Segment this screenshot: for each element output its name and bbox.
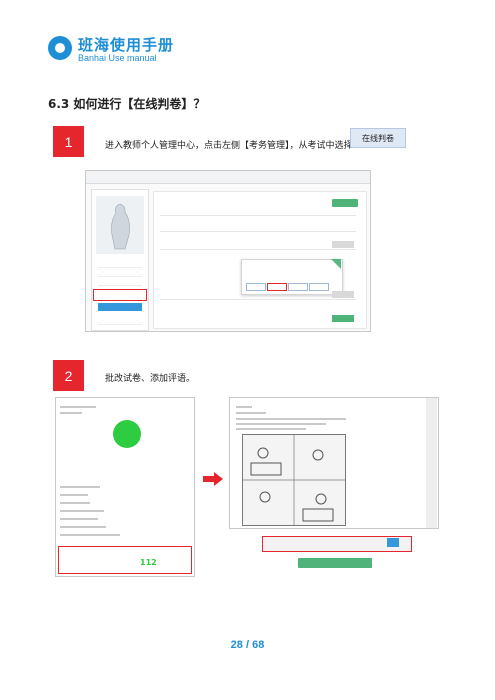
- grading-confirm-chip: [387, 538, 399, 547]
- exam-management-highlight: [93, 289, 147, 301]
- page-number: 28 / 68: [230, 639, 265, 651]
- step-1-screenshot: [85, 170, 371, 332]
- step-2-screenshot-paper: [229, 397, 439, 529]
- online-grading-chip: 在线判卷: [350, 128, 406, 148]
- popup-corner-mark: [331, 259, 341, 269]
- screenshot-scrollbar: [426, 398, 437, 528]
- teacher-portrait-image: [96, 196, 144, 254]
- sidebar-item: [98, 276, 142, 286]
- step-1-badge: 1: [53, 126, 84, 157]
- banhai-logo-icon: [48, 36, 72, 60]
- score-pie-chart: [113, 420, 141, 448]
- step-2-badge: 2: [53, 360, 84, 391]
- screenshot-top-nav: [86, 171, 370, 184]
- sidebar-active-item: [98, 303, 142, 311]
- sidebar-item: [98, 315, 142, 325]
- score-input-highlight: [58, 546, 192, 574]
- online-grading-option: [267, 283, 287, 291]
- brand-subtitle: Banhai Use manual: [78, 53, 157, 63]
- step-2-screenshot-stats: 112: [55, 397, 195, 577]
- exam-options-popup: [241, 259, 343, 295]
- exam-comic-image: [242, 434, 346, 526]
- step-1-instruction: 进入教师个人管理中心，点击左侧【考务管理】，从考试中选择: [105, 141, 353, 151]
- brand-title: 班海使用手册: [78, 36, 175, 54]
- screenshot-submit-button: [298, 558, 372, 568]
- screenshot-sidebar: [91, 189, 149, 331]
- section-title: 6.3 如何进行【在线判卷】？: [48, 97, 206, 111]
- screenshot-green-button: [332, 199, 358, 207]
- score-value: 112: [140, 558, 157, 567]
- arrow-right-icon: [203, 472, 223, 486]
- step-2-instruction: 批改试卷、添加评语。: [105, 374, 196, 384]
